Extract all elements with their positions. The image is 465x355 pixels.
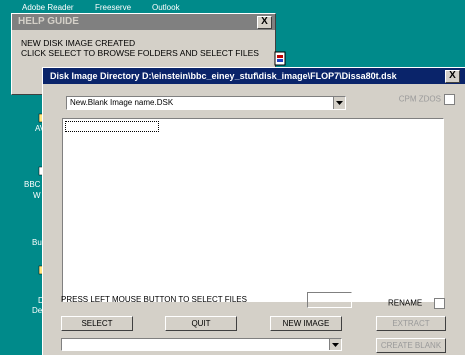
chevron-down-icon [332,343,339,347]
status-field [307,292,352,308]
help-guide-body: NEW DISK IMAGE CREATED CLICK SELECT TO B… [12,30,275,58]
help-line-1: NEW DISK IMAGE CREATED [21,38,136,48]
chevron-down-icon [336,101,343,105]
file-list[interactable] [62,118,444,302]
desktop-icon-label: BBC [24,180,41,189]
desktop-icon-label: Bu [32,238,42,247]
image-name-value: New.Blank Image name.DSK [70,98,174,107]
extract-button[interactable]: EXTRACT [376,316,446,331]
desktop-icon-label: W [33,191,41,200]
create-blank-button[interactable]: CREATE BLANK [376,338,446,353]
cpm-zdos-option[interactable]: CPM ZDOS [399,94,455,105]
rename-label: RENAME [388,298,423,308]
select-button[interactable]: SELECT [61,316,133,331]
status-text: PRESS LEFT MOUSE BUTTON TO SELECT FILES [61,295,247,304]
help-close-button[interactable]: X [257,16,272,29]
help-guide-title: HELP GUIDE [18,16,79,27]
desktop-label-outlook[interactable]: Outlook [152,3,180,12]
dialog-titlebar[interactable]: Disk Image Directory D:\einstein\bbc_ein… [43,68,465,84]
help-book-icon [274,51,286,66]
focus-rectangle [65,121,159,132]
quit-button[interactable]: QUIT [165,316,237,331]
cpm-zdos-checkbox[interactable] [444,94,455,105]
new-image-button[interactable]: NEW IMAGE [270,316,342,331]
desktop-icon-label: De [32,306,43,315]
desktop-label-adobe-reader[interactable]: Adobe Reader [22,3,74,12]
combo-dropdown-button[interactable] [333,97,345,109]
image-name-combo[interactable]: New.Blank Image name.DSK [66,96,346,110]
dialog-close-button[interactable]: X [445,70,460,83]
disk-image-directory-dialog: Disk Image Directory D:\einstein\bbc_ein… [42,67,465,355]
rename-option[interactable]: RENAME [388,298,446,309]
rename-checkbox[interactable] [434,298,446,309]
help-line-2: CLICK SELECT TO BROWSE FOLDERS AND SELEC… [21,48,259,58]
help-guide-titlebar[interactable]: HELP GUIDE X [12,14,275,30]
desktop-label-freeserve[interactable]: Freeserve [95,3,131,12]
bottom-combo[interactable] [61,338,342,351]
cpm-zdos-label: CPM ZDOS [398,94,441,104]
dialog-title: Disk Image Directory D:\einstein\bbc_ein… [50,71,397,81]
bottom-combo-dropdown-button[interactable] [329,339,341,350]
